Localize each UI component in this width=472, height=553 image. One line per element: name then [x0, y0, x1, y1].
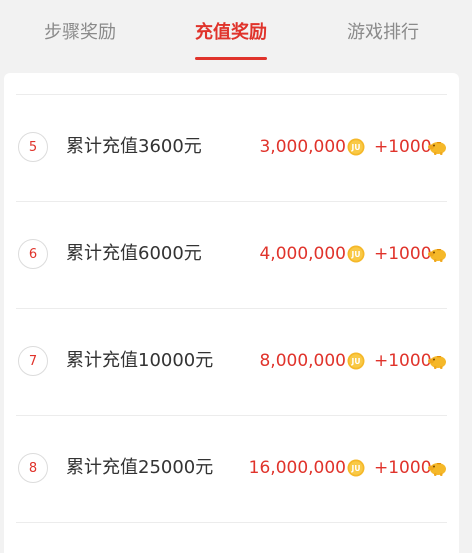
svg-text:JU: JU	[351, 357, 361, 366]
tab-recharge-rewards[interactable]: 充值奖励	[170, 0, 292, 62]
active-tab-indicator	[195, 57, 267, 60]
tab-step-rewards[interactable]: 步骤奖励	[20, 0, 140, 62]
reward-label: 累计充值10000元	[66, 350, 214, 371]
svg-text:JU: JU	[351, 250, 361, 259]
piggy-bank-icon	[428, 463, 446, 476]
reward-row: 8 累计充值25000元 16,000,000 JU +1000	[4, 415, 459, 522]
svg-text:JU: JU	[351, 464, 361, 473]
reward-index-badge: 8	[18, 453, 48, 483]
piggy-bank-icon	[428, 356, 446, 369]
svg-text:JU: JU	[351, 143, 361, 152]
ju-coin-icon: JU	[347, 245, 365, 263]
ju-coin-icon: JU	[347, 138, 365, 156]
reward-list[interactable]: 5 累计充值3600元 3,000,000 JU +1000 6 累计充值600…	[4, 73, 459, 553]
reward-index-badge: 6	[18, 239, 48, 269]
tab-game-ranking[interactable]: 游戏排行	[322, 0, 444, 62]
reward-row: 6 累计充值6000元 4,000,000 JU +1000	[4, 201, 459, 308]
reward-label: 累计充值6000元	[66, 243, 202, 264]
reward-label: 累计充值25000元	[66, 457, 214, 478]
ju-coin-icon: JU	[347, 352, 365, 370]
reward-index-badge: 7	[18, 346, 48, 376]
reward-index-badge: 5	[18, 132, 48, 162]
reward-coins: 8,000,000	[259, 351, 346, 371]
reward-label: 累计充值3600元	[66, 136, 202, 157]
reward-coins: 16,000,000	[248, 458, 346, 478]
reward-row: 5 累计充值3600元 3,000,000 JU +1000	[4, 94, 459, 201]
reward-bonus: +1000	[374, 458, 432, 478]
piggy-bank-icon	[428, 249, 446, 262]
ju-coin-icon: JU	[347, 459, 365, 477]
reward-bonus: +1000	[374, 137, 432, 157]
reward-coins: 4,000,000	[259, 244, 346, 264]
reward-bonus: +1000	[374, 244, 432, 264]
reward-bonus: +1000	[374, 351, 432, 371]
piggy-bank-icon	[428, 142, 446, 155]
reward-coins: 3,000,000	[259, 137, 346, 157]
divider	[16, 522, 447, 523]
reward-row: 7 累计充值10000元 8,000,000 JU +1000	[4, 308, 459, 415]
tab-bar: 步骤奖励 充值奖励 游戏排行	[0, 0, 472, 66]
